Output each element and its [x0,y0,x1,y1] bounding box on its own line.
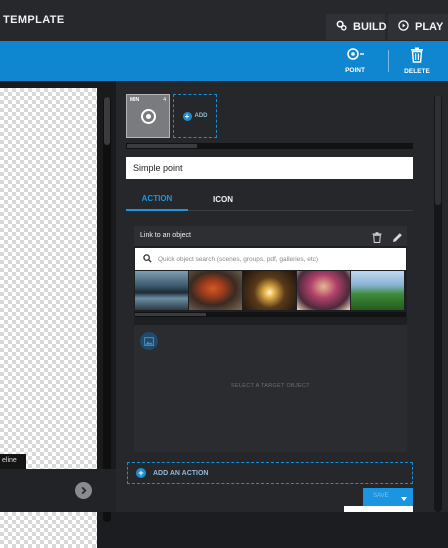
target-object-hint: SELECT A TARGET OBJECT [231,383,310,389]
tab-icon[interactable]: ICON [196,187,250,211]
dropdown-menu[interactable] [344,506,413,512]
panel-tabs: ACTION ICON [126,187,413,211]
play-button[interactable]: PLAY [388,14,448,40]
object-toolbar: POINT DELETE [0,41,448,81]
properties-panel: MIN 4 + ADD ACTION ICON Link to an objec… [116,81,448,512]
scrollbar-thumb[interactable] [104,97,110,145]
target-icon [345,47,365,63]
thumbnails-scrollbar[interactable] [126,143,413,149]
timeline-bar [0,469,116,512]
tab-action[interactable]: ACTION [126,187,188,211]
gears-icon [336,20,347,34]
top-bar: TEMPLATE BUILD PLAY [0,0,448,41]
object-search[interactable] [135,248,406,270]
plus-icon: + [136,468,146,478]
object-thumbnail-lake-mountains[interactable] [135,271,188,310]
play-label: PLAY [415,21,444,33]
caret-down-icon [401,488,407,506]
link-action-header: Link to an object [134,226,407,246]
add-label: ADD [194,113,208,119]
thumbnail-corner-label: MIN [130,97,140,103]
scrollbar-thumb[interactable] [435,95,441,205]
delete-label: DELETE [404,68,430,75]
panel-scrollbar[interactable] [434,95,442,512]
object-thumbnail-hiker-orange[interactable] [189,271,242,310]
object-search-input[interactable] [158,255,388,263]
timeline-label[interactable]: eline [0,454,26,469]
thumbnail-corner-value: 4 [163,97,166,103]
target-icon [141,109,156,124]
scrollbar-thumb[interactable] [127,144,197,148]
object-thumbnail-festival-women[interactable] [297,271,350,310]
chevron-right-icon[interactable] [75,482,92,499]
point-name-input[interactable] [126,157,413,179]
scrollbar-thumb[interactable] [135,313,206,316]
link-action-title: Link to an object [140,232,191,239]
point-label: POINT [345,67,365,74]
link-action-card: Link to an object SELECT [134,226,407,452]
canvas-scrollbar[interactable] [103,97,111,522]
image-icon [140,332,158,350]
build-label: BUILD [353,21,387,33]
object-thumbnail-green-field[interactable] [351,271,404,310]
trash-icon [410,47,424,65]
add-action-button[interactable]: + ADD AN ACTION [127,462,413,484]
canvas-area: eline [0,81,116,548]
page-title: TEMPLATE [3,14,65,26]
thumbnails-scrollbar[interactable] [135,312,406,317]
pencil-icon[interactable] [392,230,403,248]
trash-icon[interactable] [372,230,382,248]
toolbar-divider [388,50,389,72]
add-action-label: ADD AN ACTION [153,469,209,477]
object-thumbnails [135,271,406,310]
point-thumbnail[interactable]: MIN 4 [126,94,170,138]
object-thumbnail-tunnel-lights[interactable] [243,271,296,310]
target-object-dropzone[interactable]: SELECT A TARGET OBJECT [134,325,407,452]
build-button[interactable]: BUILD [326,14,387,40]
plus-icon: + [182,111,192,121]
save-button[interactable]: SAVE [363,488,413,506]
search-icon [143,250,152,268]
add-thumbnail-button[interactable]: + ADD [173,94,217,138]
delete-button[interactable]: DELETE [402,47,432,75]
save-label: SAVE [373,493,389,499]
point-button[interactable]: POINT [340,47,370,74]
play-circle-icon [398,20,409,34]
